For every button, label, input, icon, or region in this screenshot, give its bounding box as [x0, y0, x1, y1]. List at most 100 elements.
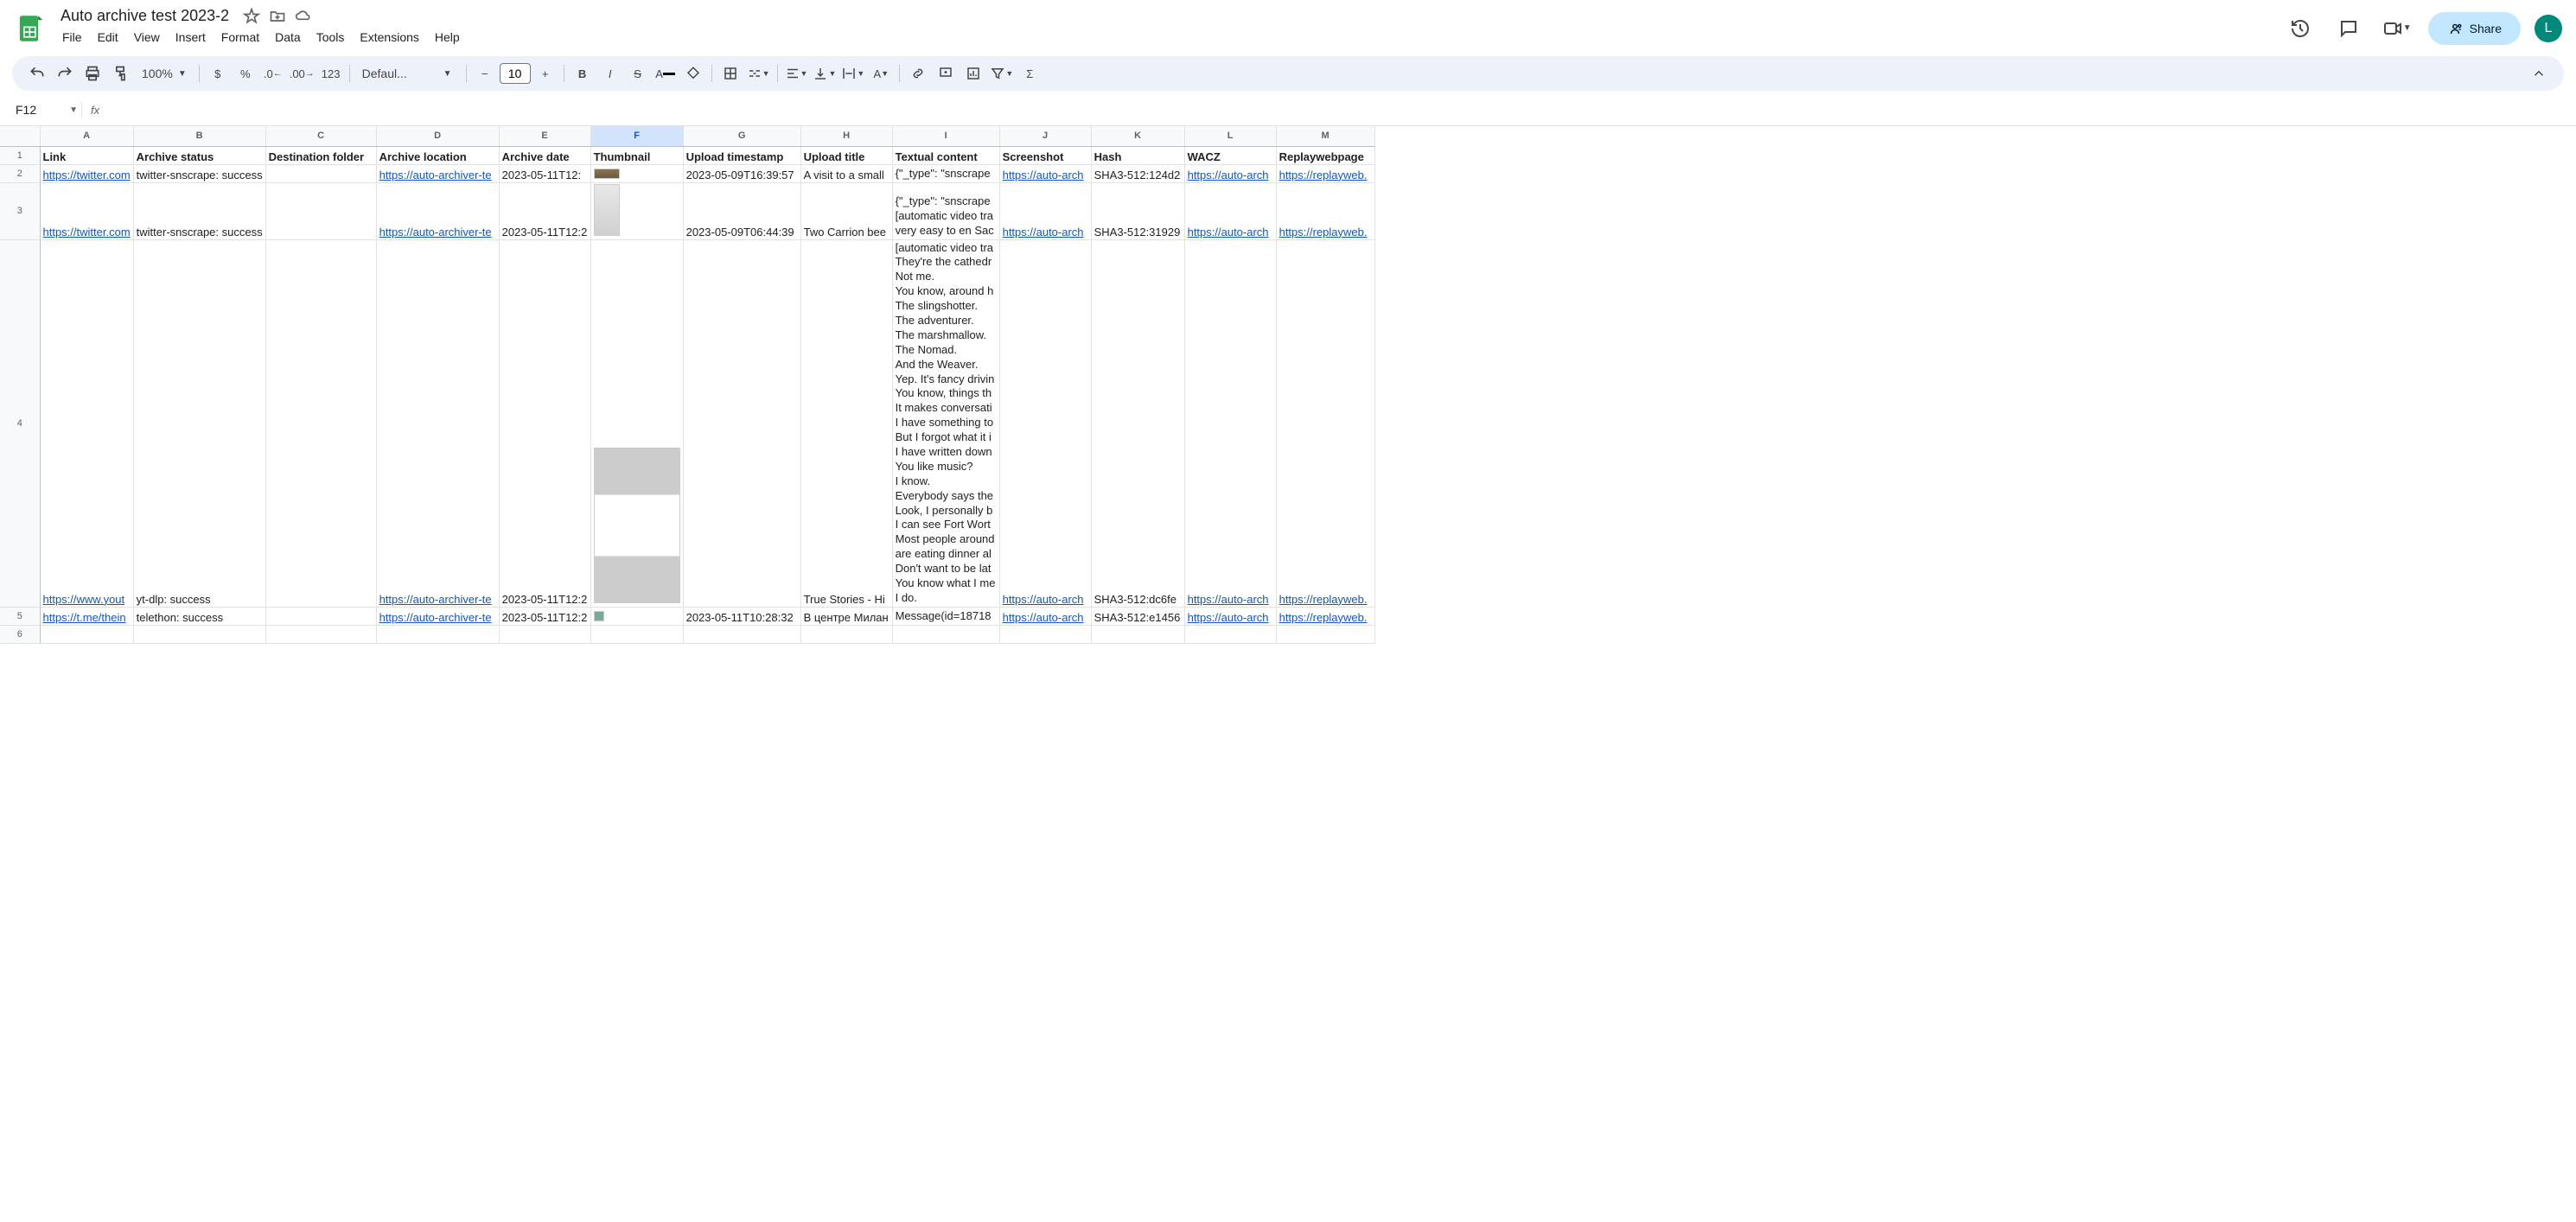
- cell[interactable]: [133, 625, 265, 643]
- cell[interactable]: [265, 239, 376, 607]
- font-size-increase[interactable]: +: [532, 60, 558, 86]
- header-cell[interactable]: Upload title: [800, 146, 892, 164]
- redo-icon[interactable]: [52, 60, 78, 86]
- cell[interactable]: https://auto-arch: [1184, 164, 1276, 182]
- cell[interactable]: [590, 239, 683, 607]
- comment-icon[interactable]: [933, 60, 959, 86]
- cell[interactable]: https://replayweb.: [1276, 607, 1374, 625]
- cell[interactable]: [265, 164, 376, 182]
- cell[interactable]: [800, 625, 892, 643]
- cell[interactable]: [892, 625, 999, 643]
- cell[interactable]: [590, 607, 683, 625]
- doc-title[interactable]: Auto archive test 2023-2: [55, 5, 234, 27]
- format-123-icon[interactable]: 123: [318, 60, 344, 86]
- star-icon[interactable]: [243, 8, 260, 25]
- cell[interactable]: [265, 625, 376, 643]
- col-header-K[interactable]: K: [1091, 126, 1184, 146]
- cell[interactable]: True Stories - Hi: [800, 239, 892, 607]
- cell[interactable]: A visit to a small: [800, 164, 892, 182]
- functions-icon[interactable]: Σ: [1017, 60, 1043, 86]
- cell[interactable]: 2023-05-11T12:: [499, 164, 590, 182]
- cell[interactable]: https://replayweb.: [1276, 182, 1374, 239]
- cell[interactable]: twitter-snscrape: success: [133, 164, 265, 182]
- col-header-G[interactable]: G: [683, 126, 800, 146]
- col-header-C[interactable]: C: [265, 126, 376, 146]
- history-icon[interactable]: [2283, 11, 2318, 46]
- cell[interactable]: [1276, 625, 1374, 643]
- cell[interactable]: {"_type": "snscrape [automatic video tra…: [892, 182, 999, 239]
- header-cell[interactable]: Hash: [1091, 146, 1184, 164]
- row-header[interactable]: 1: [0, 146, 40, 164]
- cell[interactable]: https://twitter.com: [40, 164, 133, 182]
- header-cell[interactable]: Link: [40, 146, 133, 164]
- menu-edit[interactable]: Edit: [91, 27, 125, 48]
- cell[interactable]: В центре Милан: [800, 607, 892, 625]
- cell[interactable]: https://auto-arch: [999, 239, 1091, 607]
- undo-icon[interactable]: [24, 60, 50, 86]
- comments-icon[interactable]: [2331, 11, 2366, 46]
- col-header-A[interactable]: A: [40, 126, 133, 146]
- collapse-toolbar-icon[interactable]: [2526, 60, 2552, 86]
- cell[interactable]: https://auto-arch: [999, 607, 1091, 625]
- formula-input[interactable]: [108, 106, 2564, 113]
- fill-color-icon[interactable]: [680, 60, 706, 86]
- col-header-F[interactable]: F: [590, 126, 683, 146]
- cell[interactable]: https://auto-arch: [1184, 182, 1276, 239]
- cell[interactable]: [1184, 625, 1276, 643]
- cell[interactable]: [1091, 625, 1184, 643]
- link-icon[interactable]: [905, 60, 931, 86]
- cell[interactable]: https://replayweb.: [1276, 239, 1374, 607]
- cell[interactable]: [265, 182, 376, 239]
- col-header-H[interactable]: H: [800, 126, 892, 146]
- cell[interactable]: [683, 625, 800, 643]
- menu-insert[interactable]: Insert: [169, 27, 213, 48]
- cell[interactable]: [999, 625, 1091, 643]
- col-header-E[interactable]: E: [499, 126, 590, 146]
- cell[interactable]: https://auto-archiver-te: [376, 164, 499, 182]
- menu-file[interactable]: File: [55, 27, 89, 48]
- cell[interactable]: 2023-05-09T06:44:39: [683, 182, 800, 239]
- row-header[interactable]: 6: [0, 625, 40, 643]
- cell[interactable]: [683, 239, 800, 607]
- rotate-icon[interactable]: A▼: [868, 60, 894, 86]
- header-cell[interactable]: Textual content: [892, 146, 999, 164]
- row-header[interactable]: 4: [0, 239, 40, 607]
- print-icon[interactable]: [80, 60, 105, 86]
- select-all-corner[interactable]: [0, 126, 40, 146]
- font-size-input[interactable]: 10: [500, 63, 531, 84]
- cell[interactable]: [590, 182, 683, 239]
- cloud-icon[interactable]: [295, 8, 312, 25]
- paint-format-icon[interactable]: [107, 60, 133, 86]
- spreadsheet-grid[interactable]: ABCDEFGHIJKLM1LinkArchive statusDestinat…: [0, 126, 2576, 1201]
- italic-icon[interactable]: I: [597, 60, 623, 86]
- menu-help[interactable]: Help: [428, 27, 467, 48]
- col-header-B[interactable]: B: [133, 126, 265, 146]
- header-cell[interactable]: Archive date: [499, 146, 590, 164]
- cell[interactable]: Message(id=18718: [892, 607, 999, 625]
- halign-icon[interactable]: ▼: [783, 60, 810, 86]
- cell[interactable]: twitter-snscrape: success: [133, 182, 265, 239]
- col-header-M[interactable]: M: [1276, 126, 1374, 146]
- borders-icon[interactable]: [717, 60, 743, 86]
- col-header-D[interactable]: D: [376, 126, 499, 146]
- cell[interactable]: https://www.yout: [40, 239, 133, 607]
- share-button[interactable]: Share: [2428, 12, 2521, 45]
- sheets-logo[interactable]: [14, 11, 48, 46]
- menu-format[interactable]: Format: [214, 27, 266, 48]
- cell-reference[interactable]: F12 ▼: [12, 99, 81, 120]
- decimal-increase-icon[interactable]: .00→: [288, 60, 316, 86]
- cell[interactable]: [265, 607, 376, 625]
- header-cell[interactable]: Upload timestamp: [683, 146, 800, 164]
- cell[interactable]: {"_type": "snscrape: [892, 164, 999, 182]
- cell[interactable]: https://auto-archiver-te: [376, 182, 499, 239]
- cell[interactable]: 2023-05-11T12:2: [499, 182, 590, 239]
- cell[interactable]: 2023-05-09T16:39:57: [683, 164, 800, 182]
- header-cell[interactable]: Replaywebpage: [1276, 146, 1374, 164]
- cell[interactable]: Two Carrion bee: [800, 182, 892, 239]
- cell[interactable]: https://auto-arch: [999, 164, 1091, 182]
- chevron-down-icon[interactable]: ▼: [435, 60, 461, 86]
- strikethrough-icon[interactable]: S: [625, 60, 651, 86]
- row-header[interactable]: 3: [0, 182, 40, 239]
- cell[interactable]: [automatic video tra They're the cathedr…: [892, 239, 999, 607]
- menu-extensions[interactable]: Extensions: [353, 27, 425, 48]
